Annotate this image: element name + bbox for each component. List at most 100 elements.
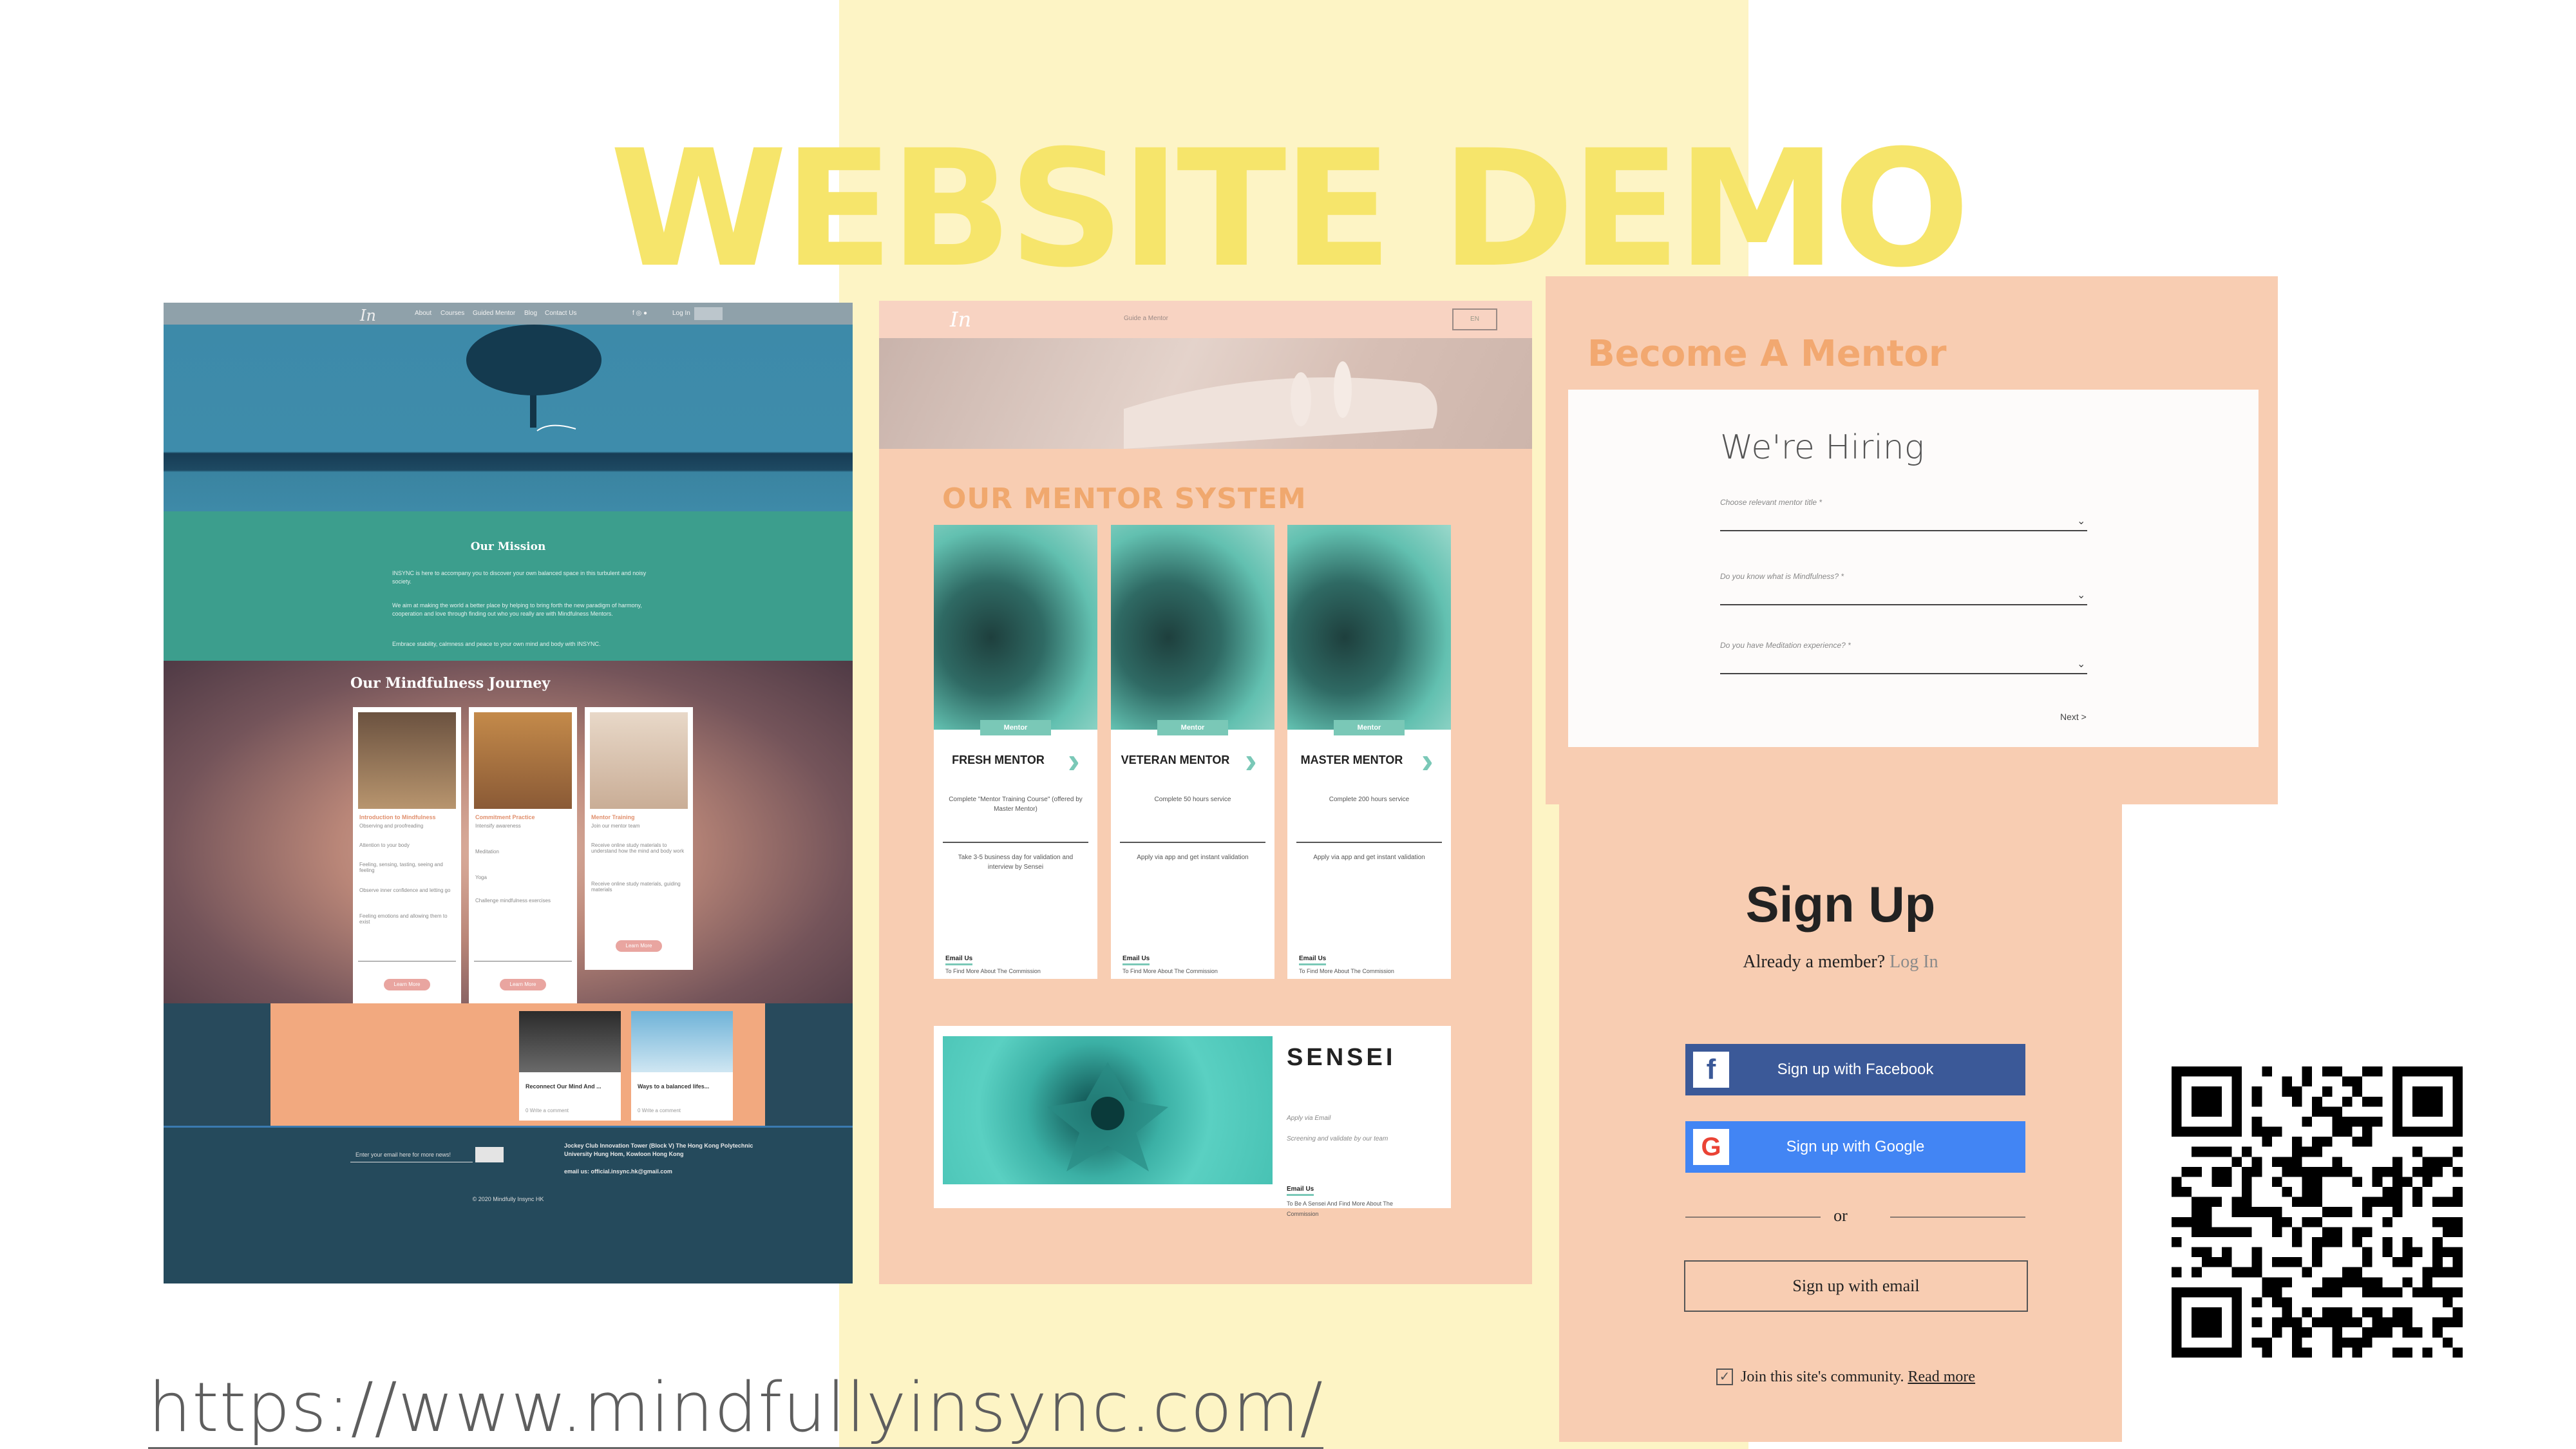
mission-paragraph: Embrace stability, calmness and peace to… [392, 641, 601, 647]
mentor-divider [943, 842, 1088, 843]
facebook-icon: f [1693, 1052, 1729, 1088]
mentor-name: VETERAN MENTOR [1121, 753, 1230, 766]
google-icon: G [1693, 1129, 1729, 1165]
sensei-title: SENSEI [1287, 1044, 1396, 1071]
mentor-name: FRESH MENTOR [952, 753, 1045, 766]
mentor-logo[interactable]: In [950, 307, 971, 332]
email-us-link[interactable]: Email Us [945, 955, 973, 965]
card-line: Receive online study materials, guiding … [591, 881, 681, 893]
journey-card: Mentor Training Join our mentor team Rec… [585, 707, 693, 970]
card-title: Introduction to Mindfulness [359, 814, 436, 820]
learn-more-button[interactable]: Learn More [384, 979, 430, 990]
chevron-right-icon[interactable]: › [1421, 743, 1434, 779]
card-line: Join our mentor team [591, 823, 640, 829]
blog-card[interactable]: Ways to a balanced lifes... 0 Write a co… [631, 1011, 733, 1121]
newsletter-submit-button[interactable] [475, 1147, 504, 1162]
field-label: Do you have Meditation experience? * [1720, 641, 1851, 650]
mentor-title-select[interactable] [1720, 530, 2087, 531]
mission-title: Our Mission [470, 540, 546, 553]
sensei-find-more: To Be A Sensei And Find More About The C… [1287, 1200, 1393, 1218]
mission-paragraph: We aim at making the world a better plac… [392, 602, 642, 618]
next-button[interactable]: Next > [2060, 712, 2087, 722]
mentor-card-master: Mentor MASTER MENTOR › Complete 200 hour… [1287, 525, 1451, 979]
email-us-link[interactable]: Email Us [1287, 1186, 1314, 1196]
facebook-signup-button[interactable]: f Sign up with Facebook [1685, 1044, 2025, 1095]
mentor-image [1287, 525, 1451, 730]
or-text: or [1833, 1206, 1848, 1225]
email-signup-button[interactable]: Sign up with email [1684, 1260, 2028, 1312]
card-line: Feeling, sensing, tasting, seeing and fe… [359, 862, 443, 873]
become-mentor-screenshot: Become A Mentor We're Hiring Choose rele… [1546, 276, 2278, 804]
home-logo[interactable]: In [360, 307, 376, 325]
email-us-link[interactable]: Email Us [1122, 955, 1150, 965]
nav-blog[interactable]: Blog [524, 310, 537, 317]
hand-hero-image [879, 338, 1532, 449]
member-text: Already a member? [1743, 952, 1886, 972]
hiring-form: We're Hiring Choose relevant mentor titl… [1568, 390, 2259, 747]
chevron-down-icon[interactable]: ⌄ [2077, 658, 2085, 670]
card-line: Observe inner confidence and letting go [359, 887, 451, 893]
card-title: Mentor Training [591, 814, 635, 820]
lang-select[interactable]: EN [1452, 308, 1497, 330]
google-label: Sign up with Google [1786, 1138, 1925, 1155]
nav-about[interactable]: About [415, 310, 431, 317]
join-community-text: Join this site's community. Read more [1741, 1368, 1975, 1386]
nav-login[interactable]: Log In [672, 310, 690, 317]
learn-more-button[interactable]: Learn More [500, 979, 546, 990]
or-divider-right [1890, 1217, 2025, 1218]
journey-card: Commitment Practice Intensify awareness … [469, 707, 577, 1007]
mentor-image [934, 525, 1097, 730]
journey-card: Introduction to Mindfulness Observing an… [353, 707, 461, 1007]
succulent-image [943, 1036, 1273, 1184]
mentor-card-veteran: Mentor VETERAN MENTOR › Complete 50 hour… [1111, 525, 1274, 979]
mentor-divider [1296, 842, 1442, 843]
mentor-page-screenshot: In Guide a Mentor EN OUR MENTOR SYSTEM M… [879, 301, 1532, 1284]
card-image [358, 712, 456, 809]
lang-select[interactable] [694, 307, 723, 320]
newsletter-input[interactable]: Enter your email here for more news! [350, 1147, 473, 1162]
hero-tree-image [164, 325, 853, 511]
mentor-name: MASTER MENTOR [1300, 753, 1403, 766]
mentor-requirement: Complete 200 hours service [1329, 796, 1410, 803]
mentor-tag: Mentor [1334, 720, 1405, 735]
card-line: Receive online study materials to unders… [591, 842, 685, 854]
footer-email[interactable]: email us: official.insync.hk@gmail.com [564, 1168, 770, 1176]
nav-selected[interactable]: Guide a Mentor [1124, 315, 1168, 322]
become-mentor-title: Become A Mentor [1587, 333, 1947, 375]
sensei-apply: Apply via Email [1287, 1115, 1331, 1122]
facebook-label: Sign up with Facebook [1777, 1061, 1934, 1078]
sensei-card: SENSEI Apply via Email Screening and val… [934, 1026, 1451, 1217]
chevron-right-icon[interactable]: › [1068, 743, 1080, 779]
slide-title: WEBSITE DEMO [609, 115, 1970, 303]
mission-section: Our Mission INSYNC is here to accompany … [164, 511, 853, 661]
blog-card[interactable]: Reconnect Our Mind And ... 0 Write a com… [519, 1011, 621, 1121]
chevron-down-icon[interactable]: ⌄ [2077, 515, 2085, 527]
join-community-checkbox[interactable]: ✓ [1716, 1368, 1733, 1385]
learn-more-button[interactable]: Learn More [616, 940, 662, 952]
email-us-link[interactable]: Email Us [1299, 955, 1327, 965]
nav-contact[interactable]: Contact Us [545, 310, 576, 317]
footer-address: Jockey Club Innovation Tower (Block V) T… [564, 1142, 753, 1157]
home-nav: In About Courses Guided Mentor Blog Cont… [164, 303, 853, 325]
mentor-tag: Mentor [980, 720, 1051, 735]
social-icons[interactable]: f ◎ ● [632, 310, 647, 317]
footer-copyright: © 2020 Mindfully Insync HK [472, 1196, 544, 1202]
meditation-select[interactable] [1720, 673, 2087, 674]
chevron-down-icon[interactable]: ⌄ [2077, 589, 2085, 601]
card-line: Yoga [475, 875, 487, 880]
hiring-heading: We're Hiring [1720, 428, 1924, 467]
mentor-system-title: OUR MENTOR SYSTEM [942, 482, 1307, 515]
signup-screenshot: Sign Up Already a member? Log In f Sign … [1559, 804, 2122, 1442]
google-signup-button[interactable]: G Sign up with Google [1685, 1121, 2025, 1173]
chevron-right-icon[interactable]: › [1245, 743, 1257, 779]
blog-section: Reconnect Our Mind And ... 0 Write a com… [270, 1003, 765, 1126]
mindfulness-select[interactable] [1720, 604, 2087, 605]
nav-courses[interactable]: Courses [440, 310, 464, 317]
mentor-find-more: To Find More About The Commission [1122, 968, 1218, 974]
read-more-link[interactable]: Read more [1908, 1368, 1975, 1385]
nav-guided-mentor[interactable]: Guided Mentor [473, 310, 515, 317]
website-url-link[interactable]: https://www.mindfullyinsync.com/ [148, 1368, 1324, 1449]
login-link[interactable]: Log In [1889, 952, 1938, 972]
mentor-process: Apply via app and get instant validation [1313, 854, 1425, 861]
mentor-process: Take 3-5 business day for validation and… [958, 854, 1074, 871]
